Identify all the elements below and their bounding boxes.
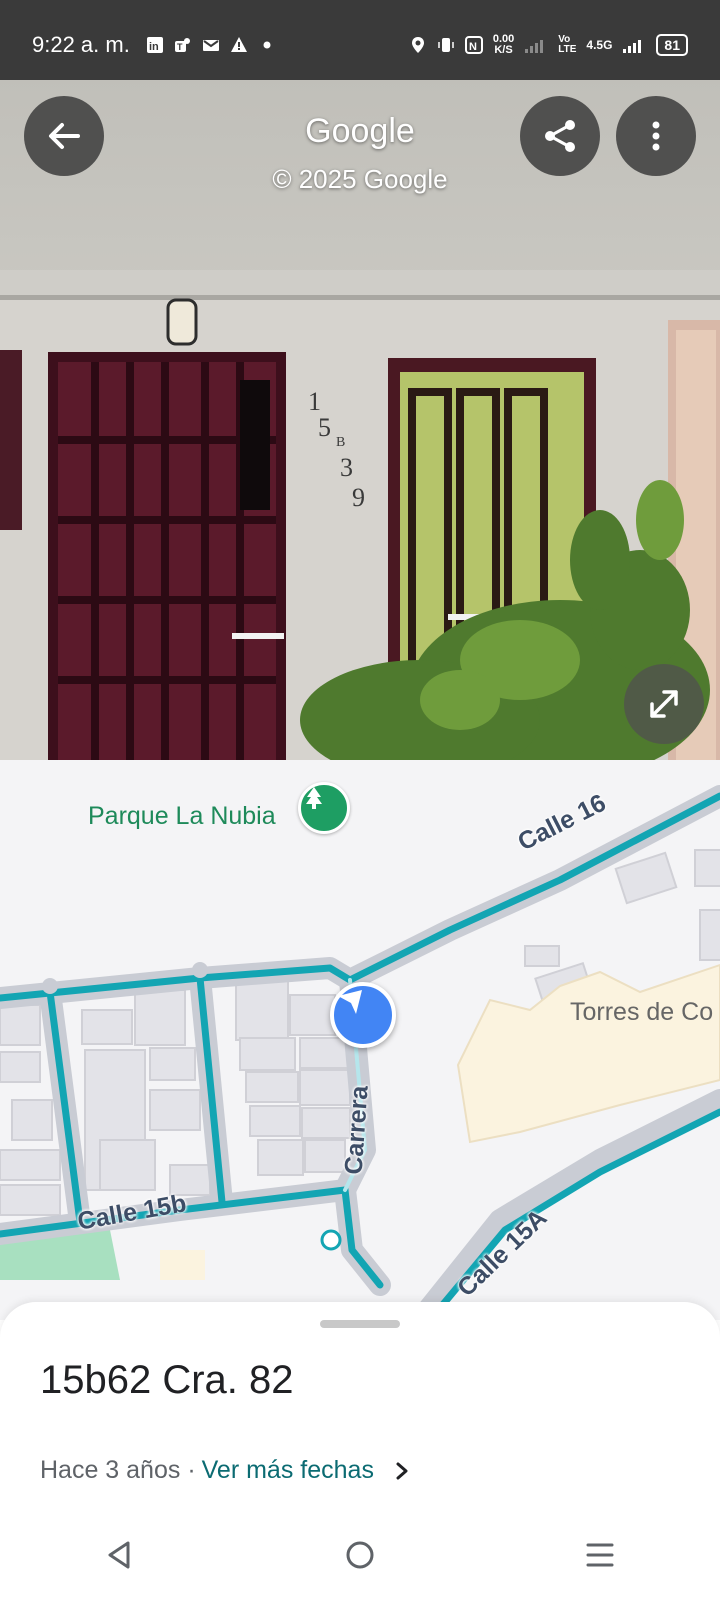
teams-icon: T (175, 38, 190, 52)
navigation-arrow-icon (338, 990, 362, 1014)
status-time: 9:22 a. m. (32, 32, 130, 57)
outlook-icon (203, 40, 219, 51)
svg-text:B: B (336, 435, 345, 450)
system-nav-bar (0, 1510, 720, 1600)
chevron-right-icon[interactable] (392, 1461, 412, 1481)
svg-text:in: in (149, 41, 159, 53)
triangle-back-icon (108, 1541, 130, 1569)
street-label-carrera: Carrera (339, 1084, 374, 1176)
nav-back-button[interactable] (90, 1525, 150, 1585)
current-view-marker[interactable] (330, 982, 396, 1048)
expand-icon (650, 690, 678, 718)
vibrate-icon (438, 38, 454, 52)
linkedin-icon: in (147, 37, 163, 53)
signal-icon (623, 40, 642, 53)
menu-lines-icon (586, 1543, 614, 1567)
park-label[interactable]: Parque La Nubia (88, 802, 276, 831)
capture-age: Hace 3 años · (40, 1456, 196, 1484)
nav-recents-button[interactable] (570, 1525, 630, 1585)
svg-text:3: 3 (340, 453, 353, 482)
svg-text:5: 5 (318, 413, 331, 442)
share-button[interactable] (520, 96, 600, 176)
location-icon (411, 37, 424, 53)
warning-icon (231, 37, 247, 52)
nav-home-button[interactable] (330, 1525, 390, 1585)
see-more-dates-link[interactable]: Ver más fechas (202, 1456, 374, 1485)
park-pin[interactable] (298, 782, 350, 834)
place-label[interactable]: Torres de Co (570, 998, 713, 1027)
copyright-label: © 2025 Google (272, 164, 448, 194)
network-type: 4.5G (586, 38, 613, 52)
sheet-drag-handle[interactable] (320, 1320, 400, 1328)
map-view[interactable]: Parque La Nubia Torres de Co Calle 16 Ca… (0, 760, 720, 1320)
share-icon (545, 120, 575, 152)
fullscreen-button[interactable] (624, 664, 704, 744)
page-title: Google (305, 112, 415, 150)
battery-icon: 81 (656, 34, 688, 56)
svg-text:N: N (469, 41, 477, 53)
capture-date-row: Hace 3 años · Ver más fechas (40, 1456, 412, 1485)
status-bar: 9:22 a. m. in T N 0.00 K/S Vo LTE 4.5G 8… (0, 0, 720, 80)
address-title: 15b62 Cra. 82 (40, 1358, 294, 1402)
more-vert-icon (652, 121, 660, 151)
data-speed: 0.00 K/S (492, 33, 515, 56)
tree-icon (306, 787, 322, 809)
svg-text:9: 9 (352, 483, 365, 512)
signal-icon (525, 40, 544, 53)
svg-text:1: 1 (308, 387, 321, 416)
more-options-button[interactable] (616, 96, 696, 176)
svg-text:T: T (177, 42, 183, 52)
circle-home-icon (346, 1541, 374, 1569)
volte-label: Vo LTE (558, 34, 577, 55)
dot-icon (263, 41, 271, 49)
nfc-icon: N (464, 36, 483, 54)
